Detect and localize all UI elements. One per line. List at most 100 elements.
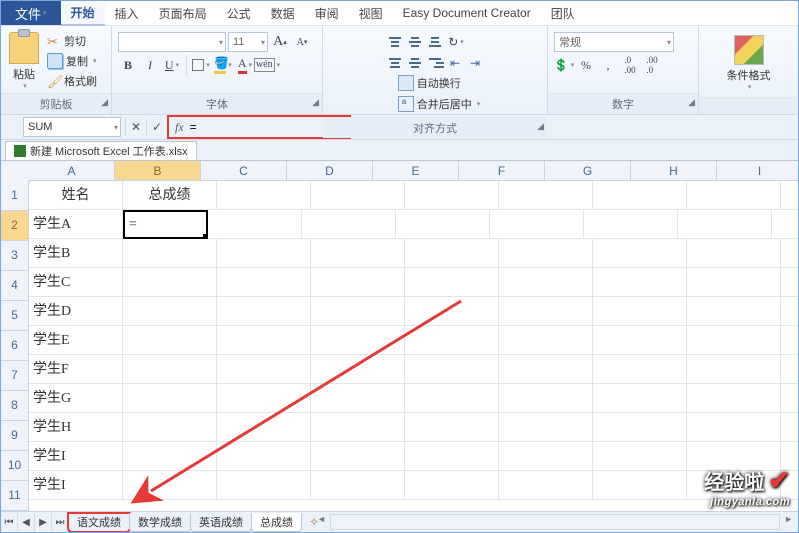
cell-C3[interactable] <box>217 239 311 268</box>
cell-I6[interactable] <box>781 326 798 355</box>
wrap-text-button[interactable]: 自动换行 <box>396 74 483 92</box>
cell-A2[interactable]: 学生A <box>29 210 123 239</box>
underline-button[interactable]: U▾ <box>162 55 187 75</box>
row-header-10[interactable]: 10 <box>1 451 29 481</box>
row-header-3[interactable]: 3 <box>1 241 29 271</box>
sheet-nav-prev[interactable]: ◀ <box>18 513 35 531</box>
cell-A1[interactable]: 姓名 <box>29 181 123 210</box>
decrease-decimal-button[interactable]: .00.0 <box>642 55 662 75</box>
cell-H3[interactable] <box>687 239 781 268</box>
percent-button[interactable]: % <box>576 55 596 75</box>
cell-D10[interactable] <box>311 442 405 471</box>
align-bottom-button[interactable] <box>426 34 444 50</box>
cell-E3[interactable] <box>405 239 499 268</box>
cell-E4[interactable] <box>405 268 499 297</box>
cell-C5[interactable] <box>217 297 311 326</box>
align-right-button[interactable] <box>426 55 444 71</box>
dialog-launcher-icon[interactable]: ◢ <box>537 121 544 132</box>
currency-button[interactable]: 💲▾ <box>554 55 574 75</box>
cell-H7[interactable] <box>687 355 781 384</box>
dialog-launcher-icon[interactable]: ◢ <box>688 97 695 108</box>
row-header-5[interactable]: 5 <box>1 301 29 331</box>
bold-button[interactable]: B <box>118 55 138 75</box>
align-middle-button[interactable] <box>406 34 424 50</box>
cell-B5[interactable] <box>123 297 217 326</box>
cell-H4[interactable] <box>687 268 781 297</box>
row-header-8[interactable]: 8 <box>1 391 29 421</box>
col-header-F[interactable]: F <box>459 161 545 181</box>
cell-A10[interactable]: 学生I <box>29 442 123 471</box>
border-button[interactable]: ▾ <box>191 55 211 75</box>
cell-C2[interactable] <box>208 210 302 239</box>
cell-E6[interactable] <box>405 326 499 355</box>
cell-G7[interactable] <box>593 355 687 384</box>
dialog-launcher-icon[interactable]: ◢ <box>312 97 319 108</box>
menu-item-1[interactable]: 插入 <box>105 1 149 25</box>
cell-E2[interactable] <box>396 210 490 239</box>
cell-H8[interactable] <box>687 384 781 413</box>
cell-E8[interactable] <box>405 384 499 413</box>
cell-D4[interactable] <box>311 268 405 297</box>
cell-A4[interactable]: 学生C <box>29 268 123 297</box>
conditional-format-button[interactable]: 条件格式▾ <box>725 33 773 93</box>
dialog-launcher-icon[interactable]: ◢ <box>101 97 108 108</box>
font-color-button[interactable]: A▾ <box>235 55 255 75</box>
cell-I8[interactable] <box>781 384 798 413</box>
fx-icon[interactable]: fx <box>175 120 184 135</box>
row-header-11[interactable]: 11 <box>1 481 29 511</box>
align-top-button[interactable] <box>386 34 404 50</box>
cell-C6[interactable] <box>217 326 311 355</box>
fill-color-button[interactable]: 🪣▾ <box>213 55 233 75</box>
cell-I5[interactable] <box>781 297 798 326</box>
cell-I1[interactable] <box>781 181 798 210</box>
row-header-1[interactable]: 1 <box>1 181 29 211</box>
cell-B2[interactable]: = <box>123 210 208 239</box>
increase-decimal-button[interactable]: .0.00 <box>620 55 640 75</box>
cell-C9[interactable] <box>217 413 311 442</box>
enter-formula-button[interactable]: ✓ <box>146 118 167 136</box>
col-header-H[interactable]: H <box>631 161 717 181</box>
cell-G3[interactable] <box>593 239 687 268</box>
format-painter-button[interactable]: 🖌格式刷 <box>45 72 99 90</box>
menu-item-8[interactable]: 团队 <box>541 1 585 25</box>
col-header-D[interactable]: D <box>287 161 373 181</box>
cell-H5[interactable] <box>687 297 781 326</box>
menu-item-7[interactable]: Easy Document Creator <box>393 1 541 25</box>
cell-B9[interactable] <box>123 413 217 442</box>
cell-E5[interactable] <box>405 297 499 326</box>
col-header-E[interactable]: E <box>373 161 459 181</box>
font-name-dropdown[interactable]: ▾ <box>118 32 226 52</box>
number-format-dropdown[interactable]: 常规▾ <box>554 32 674 52</box>
increase-indent-button[interactable]: ⇥ <box>466 55 484 71</box>
copy-button[interactable]: 复制▾ <box>45 52 99 70</box>
col-header-C[interactable]: C <box>201 161 287 181</box>
cell-G10[interactable] <box>593 442 687 471</box>
cell-A3[interactable]: 学生B <box>29 239 123 268</box>
select-all-cell[interactable] <box>1 161 30 182</box>
cell-E1[interactable] <box>405 181 499 210</box>
cell-G2[interactable] <box>584 210 678 239</box>
merge-center-button[interactable]: 合并后居中▾ <box>396 95 483 113</box>
cell-D6[interactable] <box>311 326 405 355</box>
row-header-2[interactable]: 2 <box>1 211 29 241</box>
decrease-indent-button[interactable]: ⇤ <box>446 55 464 71</box>
cell-G9[interactable] <box>593 413 687 442</box>
cell-F10[interactable] <box>499 442 593 471</box>
sheet-nav-last[interactable]: ⏭ <box>52 513 69 531</box>
row-header-9[interactable]: 9 <box>1 421 29 451</box>
sheet-tab-3[interactable]: 总成绩 <box>251 513 302 532</box>
cell-A5[interactable]: 学生D <box>29 297 123 326</box>
cell-F8[interactable] <box>499 384 593 413</box>
cell-G4[interactable] <box>593 268 687 297</box>
cell-B3[interactable] <box>123 239 217 268</box>
cell-A11[interactable]: 学生I <box>29 471 123 500</box>
cell-B7[interactable] <box>123 355 217 384</box>
cancel-formula-button[interactable]: ✕ <box>125 118 146 136</box>
cell-B6[interactable] <box>123 326 217 355</box>
sheet-tab-1[interactable]: 数学成绩 <box>129 513 191 532</box>
menu-item-6[interactable]: 视图 <box>349 1 393 25</box>
cell-D11[interactable] <box>311 471 405 500</box>
cells-area[interactable]: 姓名总成绩学生A=学生B学生C学生D学生E学生F学生G学生H学生I学生I <box>29 181 798 513</box>
spreadsheet-grid[interactable]: ABCDEFGHI 1234567891011 姓名总成绩学生A=学生B学生C学… <box>1 161 798 513</box>
paste-button[interactable]: 粘贴 ▾ <box>5 31 43 91</box>
